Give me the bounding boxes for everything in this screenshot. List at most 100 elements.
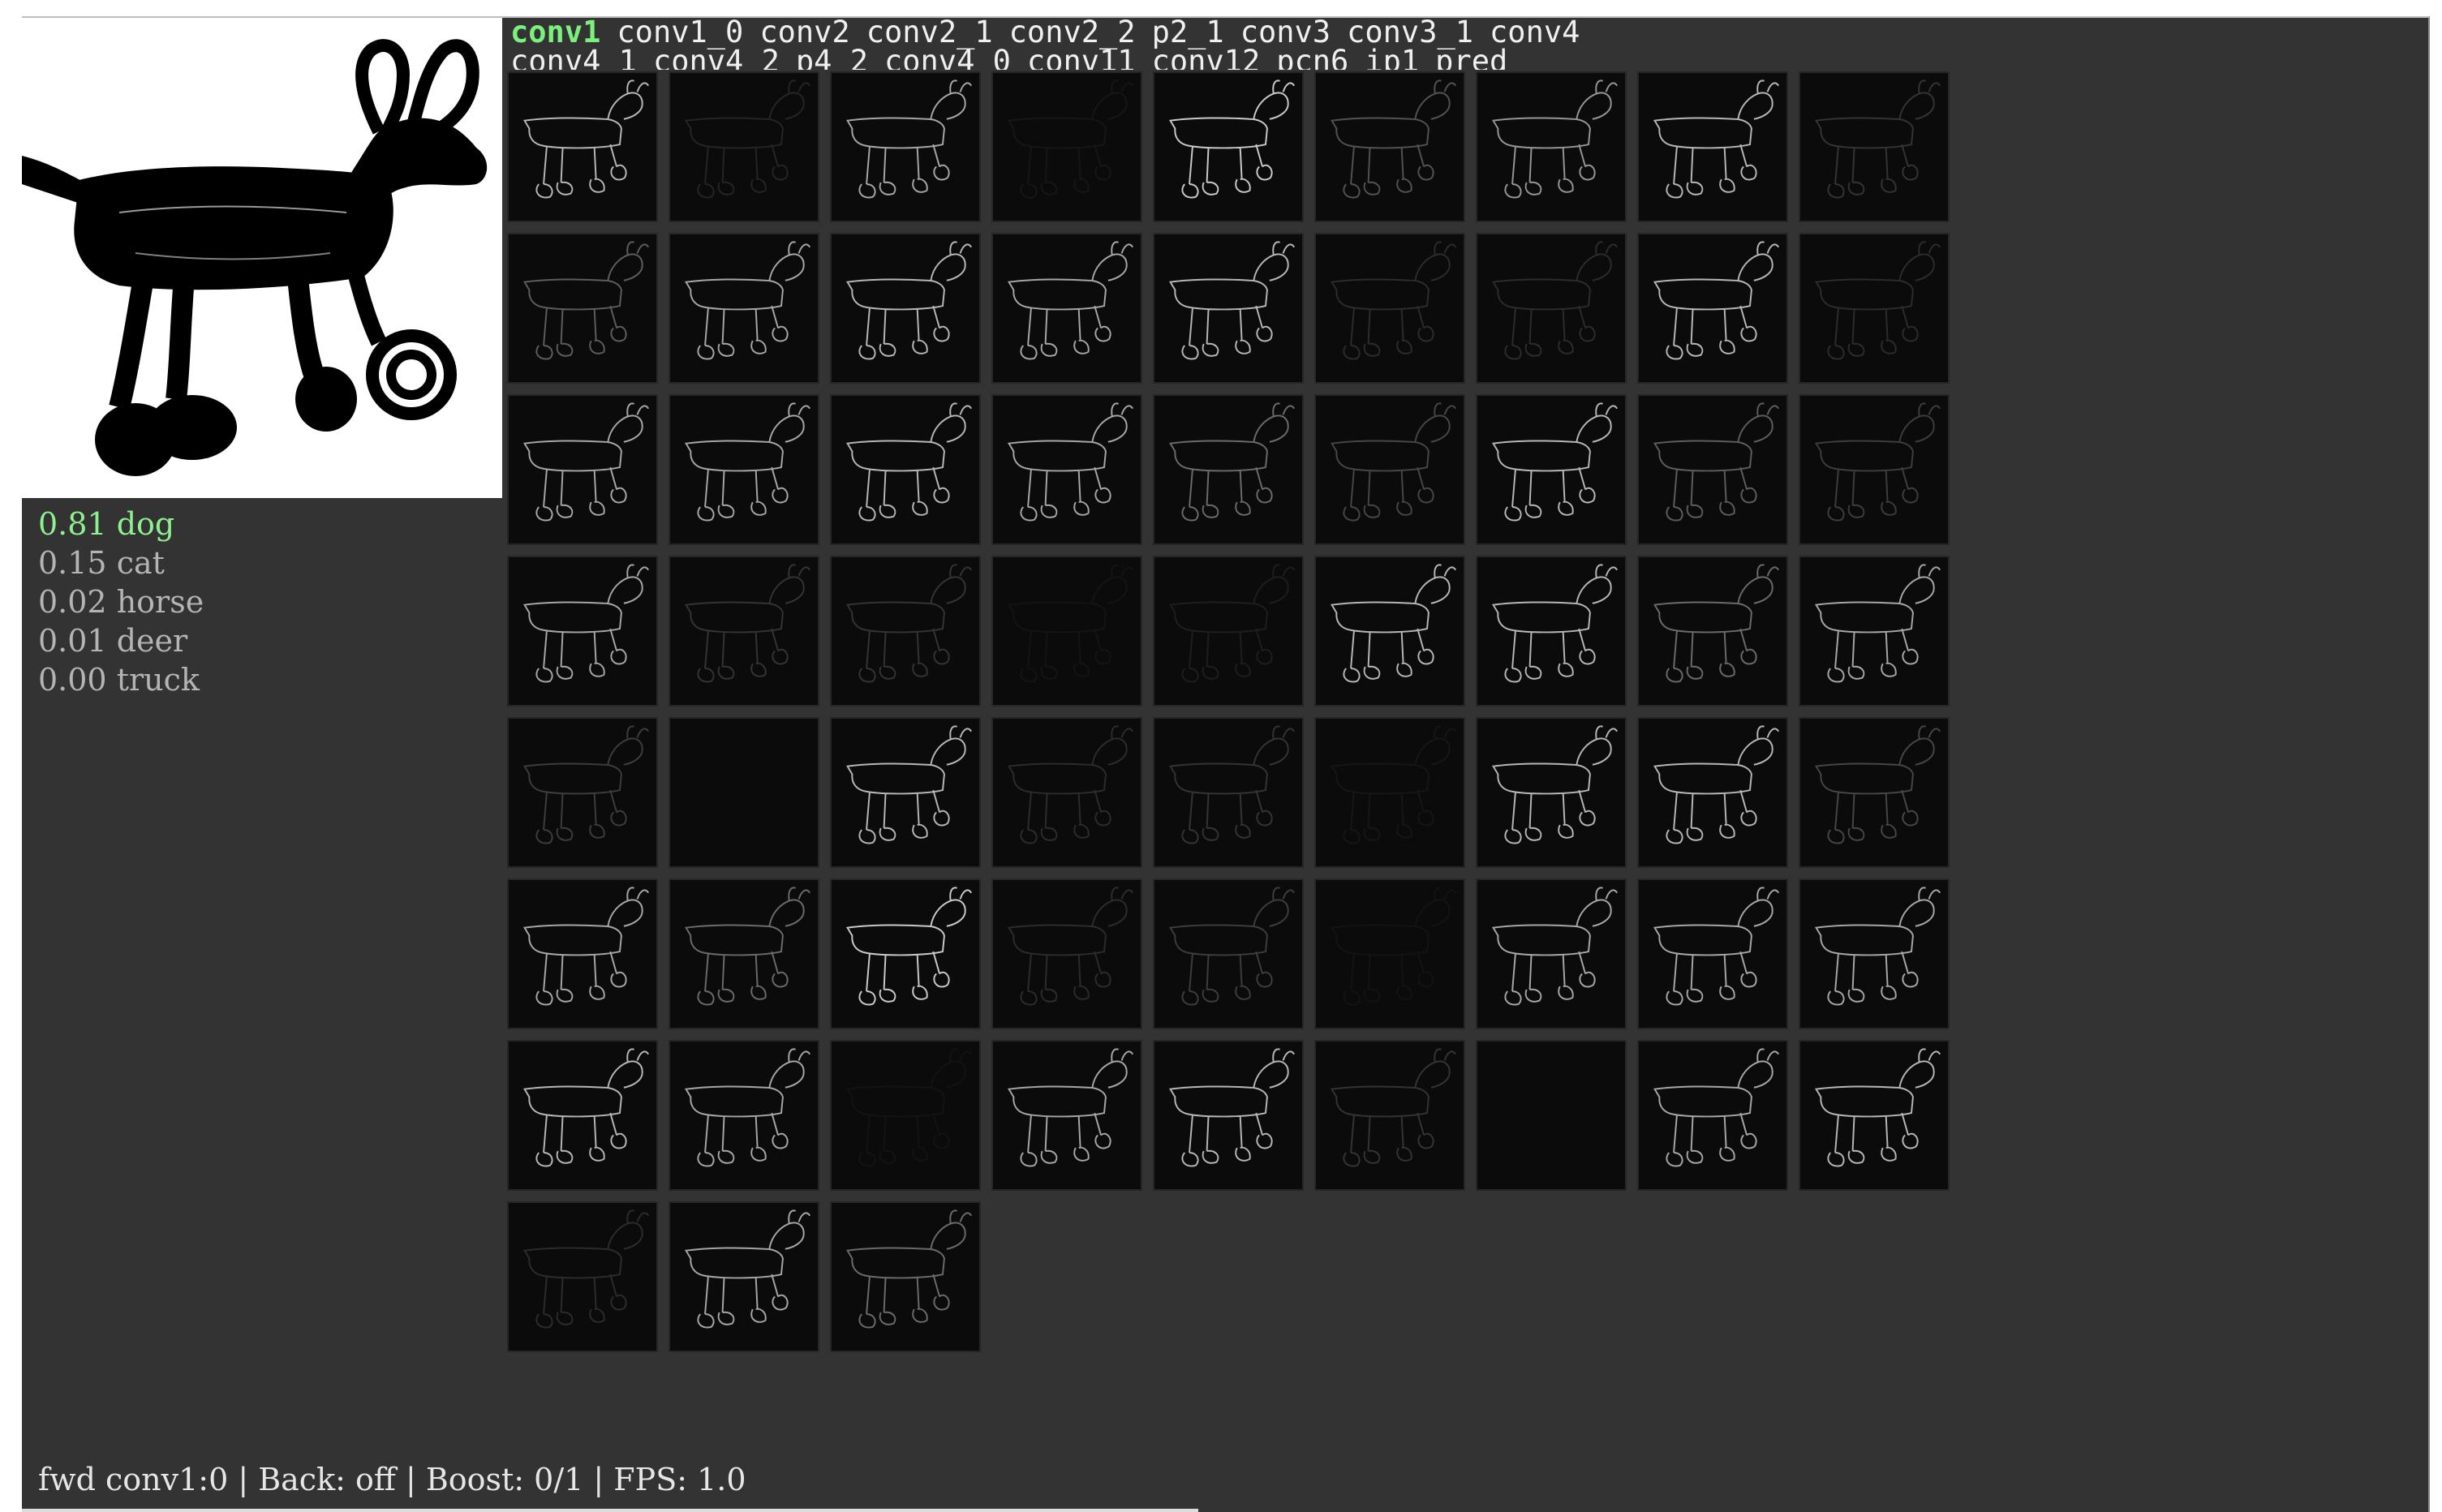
prediction-label: cat <box>116 545 165 581</box>
activation-tile[interactable] <box>830 717 981 868</box>
tab-conv1[interactable]: conv1 <box>510 18 600 47</box>
tab-conv3[interactable]: conv3 <box>1240 18 1331 47</box>
activation-tile[interactable] <box>507 233 658 384</box>
activation-tile[interactable] <box>1314 71 1465 222</box>
activation-tile[interactable] <box>507 717 658 868</box>
tab-conv4-2[interactable]: conv4_2 <box>653 46 780 70</box>
activation-tile[interactable] <box>991 556 1142 707</box>
activation-tile[interactable] <box>830 394 981 545</box>
activation-tile[interactable] <box>1153 71 1304 222</box>
prediction-label: dog <box>116 506 175 542</box>
prediction-label: deer <box>116 623 188 659</box>
activation-tile[interactable] <box>1153 717 1304 868</box>
activation-tile[interactable] <box>1314 878 1465 1029</box>
activation-tile[interactable] <box>669 878 819 1029</box>
tab-conv12[interactable]: conv12 <box>1152 46 1261 70</box>
tab-conv1-0[interactable]: conv1_0 <box>617 18 743 47</box>
activation-tile[interactable] <box>1476 71 1627 222</box>
activation-tile[interactable] <box>991 1040 1142 1191</box>
tab-conv2-1[interactable]: conv2_1 <box>866 18 993 47</box>
activation-tile[interactable] <box>669 394 819 545</box>
activation-tile[interactable] <box>669 717 819 868</box>
activation-tile[interactable] <box>1314 233 1465 384</box>
activation-tile[interactable] <box>669 1040 819 1191</box>
activation-tile[interactable] <box>830 1201 981 1352</box>
tab-p2-1[interactable]: p2_1 <box>1152 18 1224 47</box>
scroll-strip <box>22 1509 1198 1512</box>
activation-tile[interactable] <box>1637 394 1788 545</box>
activation-tile[interactable] <box>507 394 658 545</box>
activation-tile[interactable] <box>1799 717 1950 868</box>
activation-tile[interactable] <box>1153 878 1304 1029</box>
tab-conv2[interactable]: conv2 <box>759 18 849 47</box>
activation-tile[interactable] <box>1314 717 1465 868</box>
activation-tile[interactable] <box>1476 717 1627 868</box>
tab-pcn6[interactable]: pcn6 <box>1276 46 1348 70</box>
activation-tile[interactable] <box>1799 71 1950 222</box>
activation-tile[interactable] <box>669 556 819 707</box>
activation-tile[interactable] <box>1476 233 1627 384</box>
prediction-row: 0.01 deer <box>38 621 204 660</box>
predictions-list: 0.81 dog 0.15 cat 0.02 horse 0.01 deer 0.00 … <box>38 505 204 699</box>
tab-conv4[interactable]: conv4 <box>1490 18 1580 47</box>
activation-tile[interactable] <box>1799 233 1950 384</box>
tab-pred[interactable]: pred <box>1435 46 1507 70</box>
tab-p4-2[interactable]: p4_2 <box>796 46 868 70</box>
activation-tile[interactable] <box>1153 233 1304 384</box>
activation-tile[interactable] <box>1476 878 1627 1029</box>
activation-tile[interactable] <box>1153 556 1304 707</box>
prediction-score: 0.00 <box>38 662 117 698</box>
activation-tile[interactable] <box>1799 556 1950 707</box>
activation-tile[interactable] <box>1153 1040 1304 1191</box>
activation-tile[interactable] <box>1799 394 1950 545</box>
activation-tile[interactable] <box>1637 717 1788 868</box>
input-image <box>22 18 502 498</box>
activation-tile[interactable] <box>830 1040 981 1191</box>
activation-tile[interactable] <box>507 878 658 1029</box>
activation-tile[interactable] <box>830 556 981 707</box>
tab-ip1[interactable]: ip1 <box>1365 46 1419 70</box>
prediction-row: 0.15 cat <box>38 543 204 582</box>
activation-tile[interactable] <box>507 556 658 707</box>
activation-tile[interactable] <box>830 878 981 1029</box>
prediction-row: 0.00 truck <box>38 660 204 699</box>
activation-tile[interactable] <box>1476 394 1627 545</box>
tab-conv3-1[interactable]: conv3_1 <box>1347 18 1473 47</box>
prediction-score: 0.15 <box>38 545 117 581</box>
activation-tile[interactable] <box>507 1040 658 1191</box>
activation-tile[interactable] <box>1314 1040 1465 1191</box>
activation-tile[interactable] <box>1637 71 1788 222</box>
activation-tile[interactable] <box>1314 394 1465 545</box>
prediction-row: 0.81 dog <box>38 505 204 543</box>
activation-tile[interactable] <box>991 71 1142 222</box>
activation-tile[interactable] <box>1637 556 1788 707</box>
activation-tile[interactable] <box>1153 394 1304 545</box>
activation-tile[interactable] <box>1637 1040 1788 1191</box>
activation-tile[interactable] <box>991 233 1142 384</box>
activation-tile[interactable] <box>507 71 658 222</box>
tab-conv4-1[interactable]: conv4_1 <box>510 46 637 70</box>
layer-tabs-row-1: conv1 conv1_0 conv2 conv2_1 conv2_2 p2_1 conv3… <box>510 18 2052 47</box>
activation-tile[interactable] <box>830 233 981 384</box>
activation-tile[interactable] <box>669 1201 819 1352</box>
activation-tile[interactable] <box>1476 556 1627 707</box>
activation-tile[interactable] <box>991 717 1142 868</box>
activation-tile[interactable] <box>991 394 1142 545</box>
activation-tile[interactable] <box>1637 233 1788 384</box>
activation-tile[interactable] <box>669 71 819 222</box>
tab-conv11[interactable]: conv11 <box>1027 46 1136 70</box>
tab-conv4-0[interactable]: conv4_0 <box>884 46 1011 70</box>
activation-tile[interactable] <box>1314 556 1465 707</box>
app-root: conv1 conv1_0 conv2 conv2_1 conv2_2 p2_1 conv3… <box>0 0 2442 1512</box>
activation-tile[interactable] <box>1799 878 1950 1029</box>
tab-conv2-2[interactable]: conv2_2 <box>1009 18 1136 47</box>
activation-tile[interactable] <box>1799 1040 1950 1191</box>
activation-tile[interactable] <box>991 878 1142 1029</box>
activation-tile[interactable] <box>830 71 981 222</box>
activation-tile[interactable] <box>1476 1040 1627 1191</box>
activation-tile[interactable] <box>669 233 819 384</box>
prediction-score: 0.81 <box>38 506 117 542</box>
layer-tabs: conv1 conv1_0 conv2 conv2_1 conv2_2 p2_1 conv3… <box>510 18 2052 70</box>
activation-tile[interactable] <box>507 1201 658 1352</box>
activation-tile[interactable] <box>1637 878 1788 1029</box>
